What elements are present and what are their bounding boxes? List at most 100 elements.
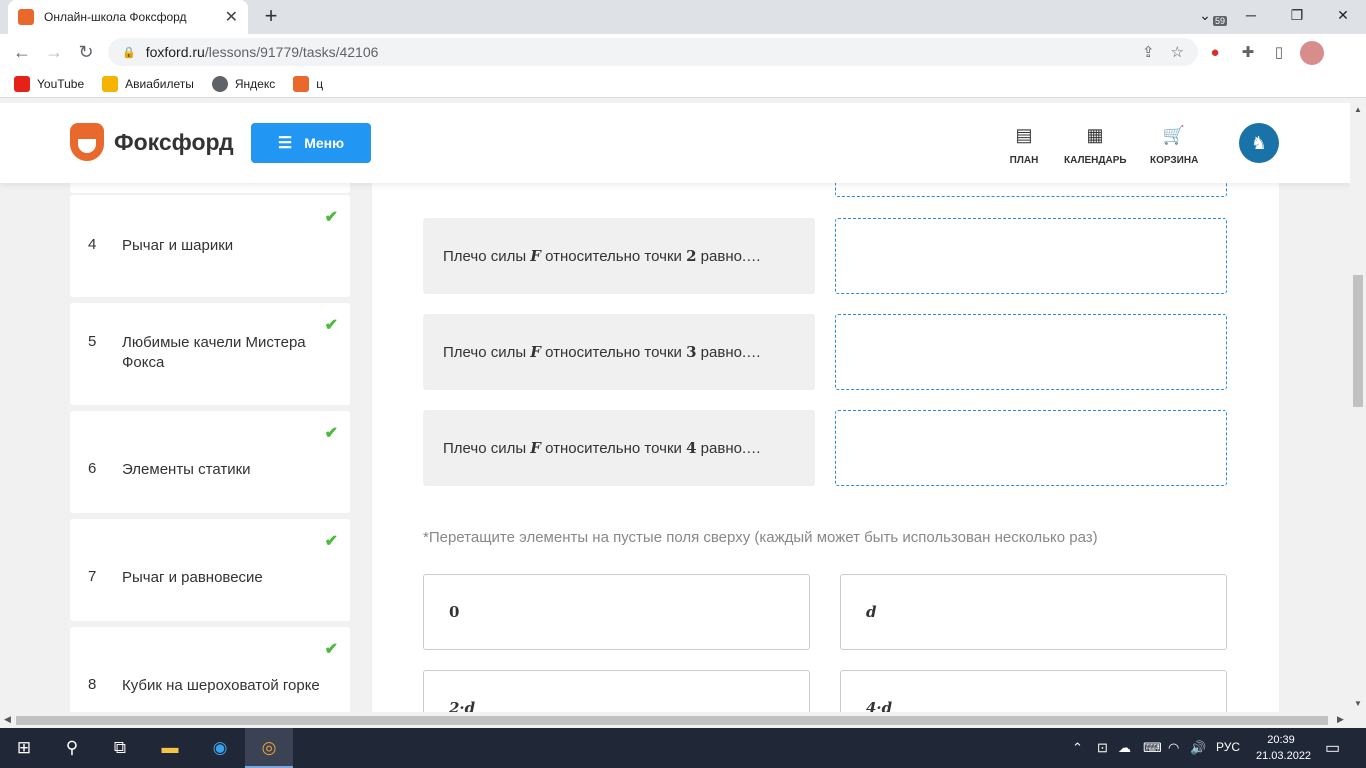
keyboard-icon[interactable]: ⌨ [1143,740,1162,756]
lesson-number: 5 [88,333,97,350]
bookmark-c[interactable]: ц [293,75,323,92]
bookmark-label: Авиабилеты [125,76,194,91]
task-content: Плечо силы F относительно точки 2 равно.… [372,103,1279,712]
profile-avatar[interactable] [1300,41,1324,65]
lesson-title: Рычаг и равновесие [122,569,263,586]
tab-close-icon[interactable]: ✕ [225,7,238,27]
bookmark-label: Яндекс [234,76,276,91]
draggable-option[interactable]: 4·d [840,670,1227,712]
scroll-up-icon[interactable]: ▲ [1354,105,1362,114]
browser-tab[interactable]: Онлайн-школа Фоксфорд ✕ [8,0,248,34]
address-toolbar: ← → ↻ 🔒 foxford.ru/lessons/91779/tasks/4… [0,34,1366,70]
lock-icon[interactable]: 🔒 [122,46,136,59]
share-icon[interactable]: ⇪ [1142,43,1155,61]
windows-start-icon[interactable]: ⊞ [0,728,48,768]
network-icon[interactable]: ◠ [1168,740,1179,756]
drag-hint: *Перетащите элементы на пустые поля свер… [423,529,1098,546]
reload-icon[interactable]: ↻ [74,40,98,64]
bookmark-yandex[interactable]: Яндекс [211,75,276,92]
horizontal-scrollbar[interactable]: ◀ ▶ [0,712,1366,728]
menu-label: Меню [304,135,345,151]
clock-date: 21.03.2022 [1256,750,1312,762]
tab-title: Онлайн-школа Фоксфорд [44,10,187,24]
lesson-number: 6 [88,460,97,477]
extensions-puzzle-icon[interactable]: ✚ [1237,42,1259,64]
lesson-number: 8 [88,676,97,693]
clock[interactable]: 20:39 21.03.2022 [1256,732,1312,764]
url-host: foxford.ru [145,44,205,60]
file-explorer-icon[interactable]: ▬ [146,728,194,768]
question-text: Плечо силы F относительно точки 4 равно.… [443,439,762,457]
side-panel-icon[interactable]: ▯ [1268,42,1290,64]
calendar-icon: ▦ [1086,125,1104,145]
drop-zone[interactable] [835,410,1227,486]
task-view-icon[interactable]: ⧉ [96,728,144,768]
vertical-scrollbar[interactable]: ▲ ▼ [1350,103,1366,712]
user-avatar[interactable]: ♞ [1239,123,1279,163]
site-logo[interactable]: Фоксфорд [70,123,234,161]
draggable-option[interactable]: d [840,574,1227,650]
nav-calendar[interactable]: ▦ КАЛЕНДАРЬ [1064,125,1127,166]
scroll-down-icon[interactable]: ▼ [1354,699,1362,708]
list-item[interactable]: ✔ 8 Кубик на шероховатой горке [70,627,350,712]
clock-time: 20:39 [1267,734,1295,746]
checkmark-icon: ✔ [324,425,338,442]
chrome-icon[interactable]: ◎ [245,728,293,768]
bookmark-star-icon[interactable]: ☆ [1171,43,1184,61]
lesson-title: Любимые качели Мистера Фокса [122,334,306,371]
browser-tab-strip: Онлайн-школа Фоксфорд ✕ + ⌄ ─ ❐ ✕ [0,0,1366,34]
bookmarks-bar: YouTube Авиабилеты Яндекс ц [0,70,1366,98]
extension-red-icon[interactable]: ● [1204,42,1226,64]
forward-arrow-icon[interactable]: → [42,40,66,64]
nav-calendar-label: КАЛЕНДАРЬ [1064,155,1127,166]
list-item[interactable]: ✔ 7 Рычаг и равновесие [70,519,350,621]
bookmark-label: YouTube [37,76,85,91]
bookmark-youtube[interactable]: YouTube [14,75,85,92]
draggable-option[interactable]: 2·d [423,670,810,712]
new-tab-button[interactable]: + [258,4,284,30]
fox-logo-icon [70,123,104,161]
fox-silhouette-icon: ♞ [1250,133,1268,153]
tray-chevron-icon[interactable]: ⌃ [1072,740,1083,756]
meet-icon[interactable]: ⊡ [1097,740,1108,756]
site-header: Фоксфорд ☰ Меню ▤ ПЛАН ▦ КАЛЕНДАРЬ 🛒 КОР… [0,103,1350,183]
restore-button[interactable]: ❐ [1274,0,1320,30]
drop-zone[interactable] [835,218,1227,294]
language-indicator[interactable]: РУС [1216,740,1240,754]
list-item[interactable]: ✔ 4 Рычаг и шарики [70,195,350,297]
scroll-thumb[interactable] [16,716,1328,725]
document-icon: ▤ [1015,125,1033,145]
onedrive-icon[interactable]: ☁ [1118,740,1131,756]
url-text[interactable]: foxford.ru/lessons/91779/tasks/42106 [146,44,1126,60]
nav-plan-label: ПЛАН [1009,155,1039,166]
bookmark-aviabilety[interactable]: Авиабилеты [102,75,194,92]
back-arrow-icon[interactable]: ← [10,40,34,64]
url-bar[interactable]: 🔒 foxford.ru/lessons/91779/tasks/42106 ⇪… [108,38,1198,66]
question-text: Плечо силы F относительно точки 2 равно.… [443,247,762,265]
nav-cart[interactable]: 🛒 КОРЗИНА [1150,125,1198,166]
close-window-button[interactable]: ✕ [1320,0,1366,30]
edge-icon[interactable]: ◉ [196,728,244,768]
web-page: Фоксфорд ☰ Меню ▤ ПЛАН ▦ КАЛЕНДАРЬ 🛒 КОР… [0,103,1350,712]
draggable-option[interactable]: 0 [423,574,810,650]
youtube-icon [14,75,30,92]
scroll-thumb[interactable] [1353,275,1363,407]
menu-button[interactable]: ☰ Меню [251,123,371,163]
volume-icon[interactable]: 🔊 [1190,740,1206,756]
brand-name: Фоксфорд [114,128,234,155]
list-item[interactable]: ✔ 5 Любимые качели Мистера Фокса [70,303,350,405]
question-box: Плечо силы F относительно точки 3 равно.… [423,314,815,390]
search-icon[interactable]: ⚲ [48,728,96,768]
question-text: Плечо силы F относительно точки 3 равно.… [443,343,762,361]
nav-plan[interactable]: ▤ ПЛАН [1008,125,1040,166]
foxford-icon [293,75,310,92]
scroll-left-icon[interactable]: ◀ [4,714,11,725]
list-item[interactable]: ✔ 6 Элементы статики [70,411,350,513]
notifications-icon[interactable]: ▭ [1325,738,1340,758]
drop-zone[interactable] [835,314,1227,390]
scroll-right-icon[interactable]: ▶ [1337,714,1344,725]
minimize-button[interactable]: ─ [1228,0,1274,30]
foxford-favicon-icon [18,9,34,25]
checkmark-icon: ✔ [324,641,338,658]
lesson-title: Кубик на шероховатой горке [122,677,320,694]
